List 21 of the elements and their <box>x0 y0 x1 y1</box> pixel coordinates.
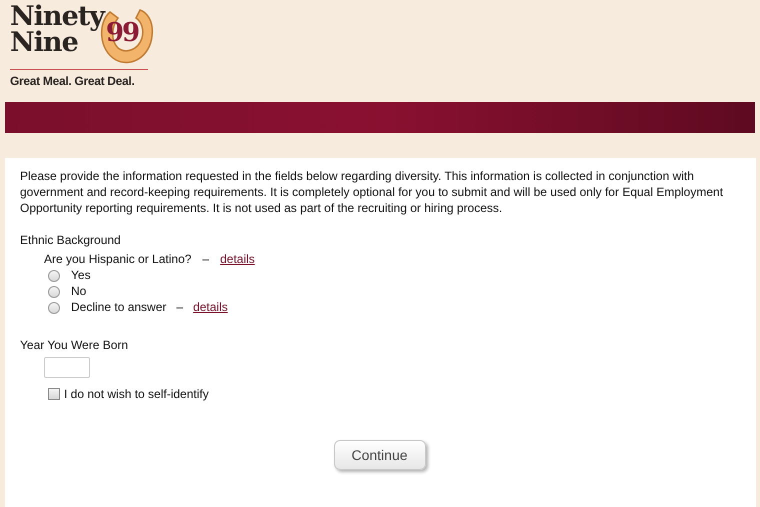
section-heading: Ethnic Background <box>20 232 122 248</box>
radio-button[interactable] <box>48 286 60 298</box>
question-label: Are you Hispanic or Latino? <box>44 251 192 267</box>
logo-word: Nine <box>10 30 78 56</box>
field-label: Year You Were Born <box>20 337 130 353</box>
intro-paragraph: Please provide the information requested in the fields below regarding diversity. This information is collected in conjunction with government and record-keeping requirements. It is completely optional for you to submit and will be used only for Equal Employment Opportunity reporting requirements. It is not used as part of the recruiting or hiring process. <box>20 168 724 216</box>
radio-button[interactable] <box>48 270 60 282</box>
tagline: Great Meal. Great Deal. <box>10 73 136 90</box>
logo-word: Ninety <box>10 4 104 30</box>
continue-button[interactable]: Continue <box>334 440 426 470</box>
checkbox-label: I do not wish to self-identify <box>64 386 209 403</box>
details-link[interactable]: details <box>193 298 228 316</box>
option-label: Decline to answer <box>71 299 166 316</box>
checkbox[interactable] <box>48 388 60 400</box>
details-link[interactable]: details <box>220 251 255 267</box>
option-label: No <box>71 283 86 300</box>
option-label: Yes <box>71 267 91 284</box>
radio-button[interactable] <box>48 302 60 314</box>
dash: – <box>202 251 210 267</box>
year-input[interactable] <box>44 357 90 378</box>
dash: – <box>176 299 184 316</box>
